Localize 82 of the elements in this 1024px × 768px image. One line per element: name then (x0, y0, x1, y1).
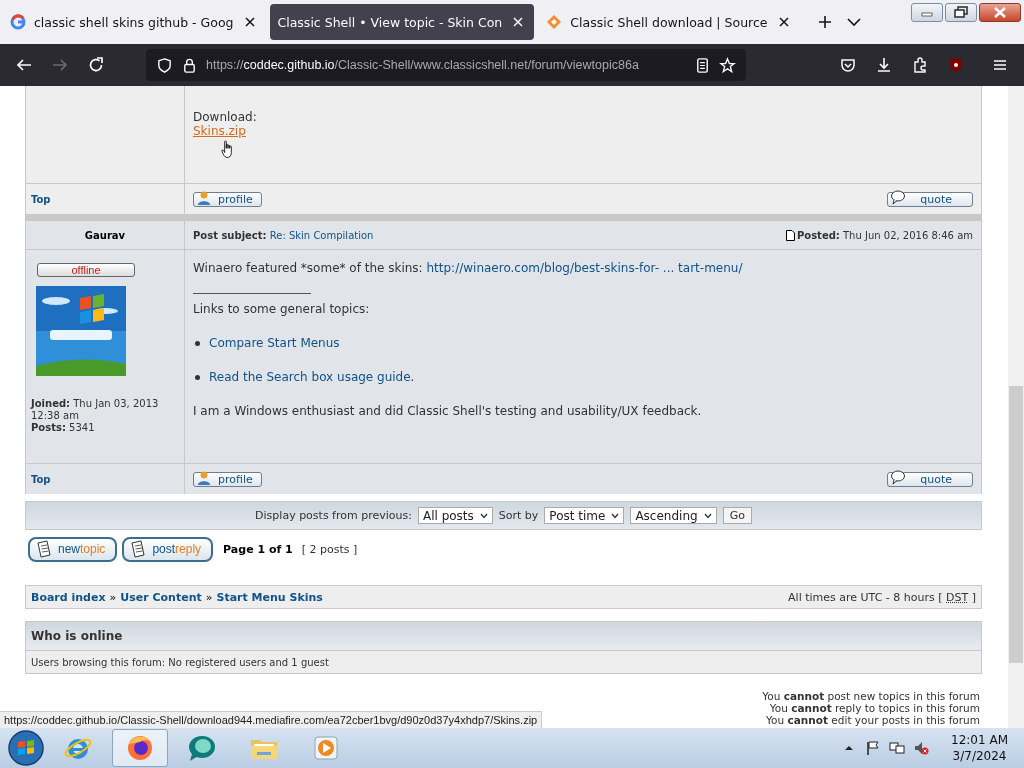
breadcrumb-separator: » (109, 590, 117, 604)
profile-button[interactable]: profile (193, 191, 262, 207)
browser-tab[interactable]: Classic Shell • View topic - Skin Con (269, 4, 535, 40)
page-icon (785, 229, 795, 241)
post-text: I am a Windows enthusiast and did Classic Shell's testing and usability/UX feedback. (193, 404, 703, 418)
timezone-text: All times are UTC - 8 hours [ DST ] (788, 590, 976, 604)
reader-view-icon[interactable] (694, 56, 711, 74)
permission-text: You cannot reply to topics in this forum (769, 702, 980, 714)
browser-tab[interactable]: classic shell skins github - Goog (2, 4, 266, 40)
document-icon (130, 540, 147, 558)
page-indicator: Page 1 of 1 (223, 542, 293, 556)
post-link[interactable]: Read the Search box usage guide (209, 370, 411, 384)
section-heading: Who is online (25, 621, 982, 650)
start-orb-icon[interactable] (6, 728, 46, 768)
shield-badge-icon[interactable] (947, 56, 965, 74)
body-text: Download: (193, 110, 258, 124)
status-badge: offline (37, 263, 135, 277)
caret-icon (703, 512, 712, 519)
bullet-icon (195, 374, 200, 380)
post-link[interactable]: Compare Start Menus (209, 336, 340, 350)
breadcrumb-link[interactable]: Start Menu Skins (216, 590, 323, 604)
forum-action-button[interactable]: newtopic (28, 536, 118, 562)
post-text: Winaero featured *some* of the skins: http://winaero.com/blog/best-skins-for- ... tart-menu/ (193, 261, 744, 275)
restore-icon[interactable] (945, 3, 977, 22)
top-link[interactable]: Top (31, 193, 51, 205)
clock-date[interactable]: 3/7/2024 (952, 748, 1007, 764)
permission-text: You cannot edit your posts in this forum (766, 714, 980, 726)
go-button[interactable]: Go (722, 507, 752, 524)
document-icon (36, 540, 52, 558)
list-item: Read the Search box usage guide. (209, 370, 415, 384)
breadcrumb-link[interactable]: User Content (120, 590, 202, 604)
caret-icon (479, 512, 488, 519)
clock-time[interactable]: 12:01 AM (951, 732, 1008, 748)
post-count: [ 2 posts ] (301, 542, 358, 556)
post-link[interactable]: http://winaero.com/blog/best-skins-for- ... tart-menu/ (426, 261, 743, 275)
author-name[interactable]: Gaurav (84, 229, 126, 241)
reload-icon[interactable] (87, 56, 105, 74)
sort-label: Sort by (498, 509, 539, 522)
taskbar-button[interactable] (112, 729, 168, 767)
download-icon[interactable] (875, 56, 893, 74)
pocket-icon[interactable] (839, 56, 857, 74)
quote-button[interactable]: quote (887, 191, 973, 207)
status-url: https://coddec.github.io/Classic-Shell/download944.mediafire.com/ea72cber1bvg/d90z0d37y4xhdp7/Skins.zip (0, 711, 543, 728)
user-icon (196, 469, 212, 485)
plus-icon[interactable] (817, 15, 832, 29)
hand-cursor-icon (221, 140, 235, 160)
url-text[interactable]: https://coddec.github.io/Classic-Shell/www.classicshell.net/forum/viewtopic86a (206, 58, 686, 72)
browser-tab[interactable]: Classic Shell download | Source (538, 4, 800, 40)
muted-speaker-icon[interactable] (913, 740, 930, 756)
caret-icon (611, 512, 620, 519)
order-dropdown[interactable]: Ascending (630, 507, 717, 524)
display-label: Display posts from previous: (255, 509, 412, 522)
speech-bubble-icon (890, 189, 906, 205)
bullet-icon (195, 340, 200, 346)
online-users-text: Users browsing this forum: No registered users and 1 guest (25, 650, 982, 674)
post-subject: Post subject: Re: Skin Compilation (193, 229, 374, 241)
profile-button[interactable]: profile (193, 471, 262, 487)
puzzle-icon[interactable] (911, 56, 929, 74)
sort-dropdown[interactable]: Post time (544, 507, 625, 524)
close-icon[interactable] (979, 3, 1021, 22)
member-info: Joined: Thu Jan 03, 2013 12:38 am Posts: 5341 (31, 398, 160, 434)
address-bar[interactable]: https://coddec.github.io/Classic-Shell/www.classicshell.net/forum/viewtopic86a (146, 49, 746, 81)
scrollbar[interactable] (1008, 86, 1024, 728)
quote-button[interactable]: quote (887, 471, 973, 487)
forum-action-button[interactable]: postreply (122, 536, 214, 562)
top-link[interactable]: Top (31, 473, 51, 485)
breadcrumb-separator: » (205, 590, 213, 604)
shield-icon[interactable] (156, 56, 173, 74)
chevron-down-icon[interactable] (847, 15, 861, 29)
permission-text: You cannot post new topics in this forum (762, 690, 980, 702)
diamond-icon (546, 14, 563, 30)
lock-icon[interactable] (181, 56, 198, 74)
post-text: Links to some general topics: (193, 302, 371, 316)
star-icon[interactable] (719, 56, 736, 74)
breadcrumb-link[interactable]: Board index (31, 590, 106, 604)
google-icon (10, 14, 26, 30)
speech-bubble-icon (890, 469, 906, 485)
post-date: Posted: Thu Jun 02, 2016 8:46 am (796, 229, 973, 241)
period-dropdown[interactable]: All posts (417, 507, 493, 524)
user-icon (196, 189, 212, 205)
network-icon[interactable] (889, 740, 906, 756)
flag-icon[interactable] (865, 740, 882, 756)
